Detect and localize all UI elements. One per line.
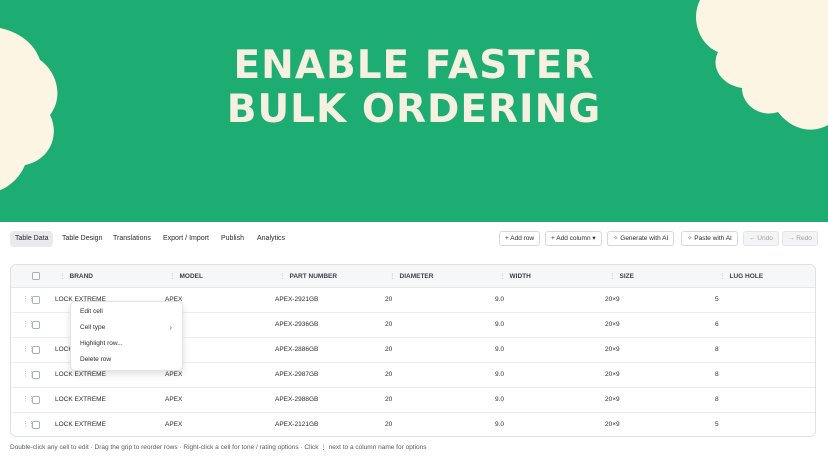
column-header-label: SIZE [619,273,634,280]
menu-item-edit-cell[interactable]: Edit cell [71,304,182,320]
tab-publish[interactable]: Publish [216,231,249,247]
column-header-lug-hole[interactable]: ⋮ LUG HOLE [719,265,763,288]
hero-title-line1: ENABLE FASTER [233,43,595,88]
row-checkbox[interactable] [32,321,40,329]
cell-lug-hole[interactable]: 5 [715,288,719,312]
column-menu-icon[interactable]: ⋮ [499,273,506,280]
cell-lug-hole[interactable]: 8 [715,363,719,387]
cell-width[interactable]: 9.0 [495,313,504,337]
redo-button[interactable]: → Redo [782,231,818,246]
cell-lug-hole[interactable]: 8 [715,338,719,362]
hero-title-line2: BULK ORDERING [226,87,602,132]
cell-lug-hole[interactable]: 5 [715,413,719,436]
row-context-menu: Edit cell Cell type › Highlight row... De… [70,301,183,371]
column-header-label: PART NUMBER [289,273,338,280]
cell-lug-hole[interactable]: 6 [715,313,719,337]
column-header-part-number[interactable]: ⋮ PART NUMBER [279,265,337,288]
cell-part-number[interactable]: APEX-2988GB [275,388,318,412]
cell-diameter[interactable]: 20 [385,338,392,362]
cell-width[interactable]: 9.0 [495,413,504,436]
column-header-brand[interactable]: ⋮ BRAND [59,265,93,288]
tab-translations[interactable]: Translations [108,231,156,247]
cell-diameter[interactable]: 20 [385,388,392,412]
column-menu-icon[interactable]: ⋮ [169,273,176,280]
table-row[interactable]: ⋮⋮ LOCK EXTREME APEX APEX-2988GB 20 9.0 … [11,388,815,413]
column-header-label: LUG HOLE [729,273,764,280]
cell-width[interactable]: 9.0 [495,288,504,312]
row-checkbox[interactable] [32,421,40,429]
hero-title: ENABLE FASTER BULK ORDERING [0,44,828,132]
generate-with-ai-button[interactable]: ✧ Generate with AI [607,231,675,246]
column-header-label: BRAND [69,273,93,280]
menu-item-label: Cell type [80,324,106,331]
cell-model[interactable]: APEX [165,413,182,436]
cell-size[interactable]: 20×9 [605,363,620,387]
cell-brand[interactable]: LOCK EXTREME [55,413,106,436]
editor-toolbar: Table Data Table Design Translations Exp… [10,231,818,247]
generate-with-ai-label: Generate with AI [620,235,669,242]
cell-size[interactable]: 20×9 [605,338,620,362]
cell-size[interactable]: 20×9 [605,388,620,412]
menu-item-cell-type[interactable]: Cell type › [71,320,182,336]
menu-item-label: Delete row [80,356,112,363]
cell-width[interactable]: 9.0 [495,388,504,412]
column-menu-icon[interactable]: ⋮ [609,273,616,280]
paste-with-ai-label: Paste with AI [694,235,732,242]
cell-part-number[interactable]: APEX-2921GB [275,288,318,312]
add-column-button[interactable]: + Add column ▾ [545,231,602,246]
table-row[interactable]: ⋮⋮ LOCK EXTREME APEX APEX-2121GB 20 9.0 … [11,413,815,436]
hero-banner: ENABLE FASTER BULK ORDERING [0,0,828,222]
cell-part-number[interactable]: APEX-2936GB [275,313,318,337]
column-header-label: DIAMETER [399,273,434,280]
row-checkbox[interactable] [32,296,40,304]
usage-hint: Double-click any cell to edit · Drag the… [10,444,427,451]
column-menu-icon[interactable]: ⋮ [59,273,66,280]
cell-width[interactable]: 9.0 [495,338,504,362]
tab-export-import[interactable]: Export / Import [158,231,214,247]
table-header: ⋮ BRAND ⋮ MODEL ⋮ PART NUMBER ⋮ DIAMETER ⋮ WI… [11,265,815,288]
cell-diameter[interactable]: 20 [385,363,392,387]
menu-item-delete-row[interactable]: Delete row [71,352,182,368]
column-menu-icon[interactable]: ⋮ [279,273,286,280]
add-row-button[interactable]: + Add row [499,231,541,246]
column-header-label: MODEL [179,273,203,280]
undo-button[interactable]: ← Undo [743,231,779,246]
column-header-width[interactable]: ⋮ WIDTH [499,265,531,288]
tab-table-data[interactable]: Table Data [10,231,54,247]
cell-width[interactable]: 9.0 [495,363,504,387]
tab-table-design[interactable]: Table Design [57,231,107,247]
cell-brand[interactable]: LOCK EXTREME [55,388,106,412]
paste-with-ai-button[interactable]: ✧ Paste with AI [681,231,738,246]
column-menu-icon[interactable]: ⋮ [389,273,396,280]
select-all-checkbox[interactable] [32,272,40,280]
cell-part-number[interactable]: APEX-2987GB [275,363,318,387]
cell-part-number[interactable]: APEX-2121GB [275,413,318,436]
menu-item-highlight-row[interactable]: Highlight row... [71,336,182,352]
column-header-size[interactable]: ⋮ SIZE [609,265,634,288]
cell-diameter[interactable]: 20 [385,288,392,312]
row-checkbox[interactable] [32,396,40,404]
cell-size[interactable]: 20×9 [605,288,620,312]
row-checkbox[interactable] [32,346,40,354]
menu-item-label: Highlight row... [80,340,123,347]
menu-item-label: Edit cell [80,308,103,315]
cell-size[interactable]: 20×9 [605,413,620,436]
column-menu-icon[interactable]: ⋮ [719,273,726,280]
column-header-label: WIDTH [509,273,531,280]
column-header-diameter[interactable]: ⋮ DIAMETER [389,265,433,288]
cell-lug-hole[interactable]: 8 [715,388,719,412]
tab-analytics[interactable]: Analytics [252,231,290,247]
cell-part-number[interactable]: APEX-2886GB [275,338,318,362]
row-checkbox[interactable] [32,371,40,379]
chevron-right-icon: › [169,323,172,332]
cell-size[interactable]: 20×9 [605,313,620,337]
cell-diameter[interactable]: 20 [385,313,392,337]
cell-diameter[interactable]: 20 [385,413,392,436]
column-header-model[interactable]: ⋮ MODEL [169,265,203,288]
cell-model[interactable]: APEX [165,388,182,412]
